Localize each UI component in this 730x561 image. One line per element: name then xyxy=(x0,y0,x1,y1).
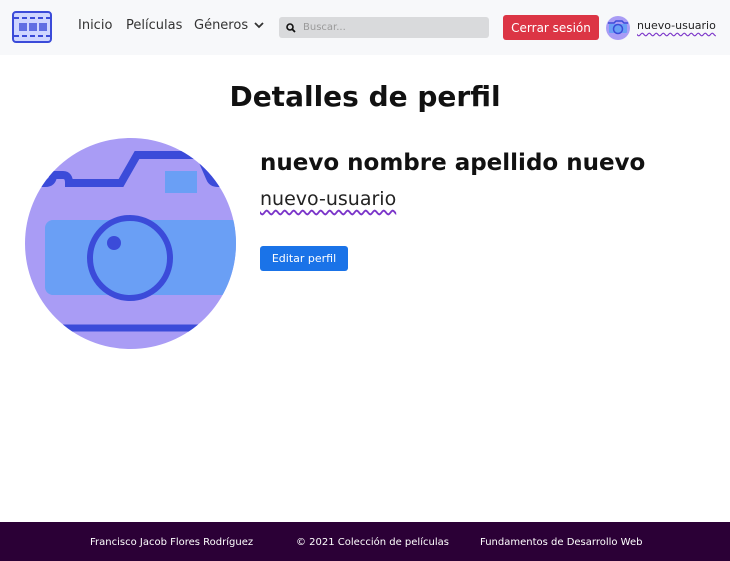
film-logo-icon[interactable] xyxy=(12,11,52,43)
logout-button[interactable]: Cerrar sesión xyxy=(503,15,599,40)
film-strip-bottom xyxy=(14,35,50,37)
chevron-down-icon xyxy=(254,22,264,29)
search-icon xyxy=(279,22,303,33)
nav-link-inicio[interactable]: Inicio xyxy=(78,18,112,33)
film-frame xyxy=(39,23,47,31)
film-frame xyxy=(19,23,27,31)
footer: Francisco Jacob Flores Rodríguez © 2021 … xyxy=(0,522,730,561)
film-frame xyxy=(29,23,37,31)
profile-full-name: nuevo nombre apellido nuevo xyxy=(260,150,646,176)
nav-username-link[interactable]: nuevo-usuario xyxy=(637,19,716,32)
navbar: Inicio Películas Géneros Cerrar sesión n… xyxy=(0,0,730,55)
footer-copyright: © 2021 Colección de películas xyxy=(296,537,449,548)
footer-author: Francisco Jacob Flores Rodríguez xyxy=(90,537,254,548)
camera-icon xyxy=(25,138,236,349)
nav-dropdown-generos[interactable]: Géneros xyxy=(194,18,264,33)
user-avatar-icon[interactable] xyxy=(606,16,630,40)
search-input[interactable] xyxy=(303,22,483,33)
page-title: Detalles de perfil xyxy=(229,80,501,113)
nav-dropdown-label: Géneros xyxy=(194,18,249,33)
nav-link-peliculas[interactable]: Películas xyxy=(126,18,182,33)
search-box xyxy=(279,17,489,38)
footer-course: Fundamentos de Desarrollo Web xyxy=(480,537,643,548)
film-strip-top xyxy=(14,17,50,19)
edit-profile-button[interactable]: Editar perfil xyxy=(260,246,348,271)
profile-username: nuevo-usuario xyxy=(260,188,397,210)
